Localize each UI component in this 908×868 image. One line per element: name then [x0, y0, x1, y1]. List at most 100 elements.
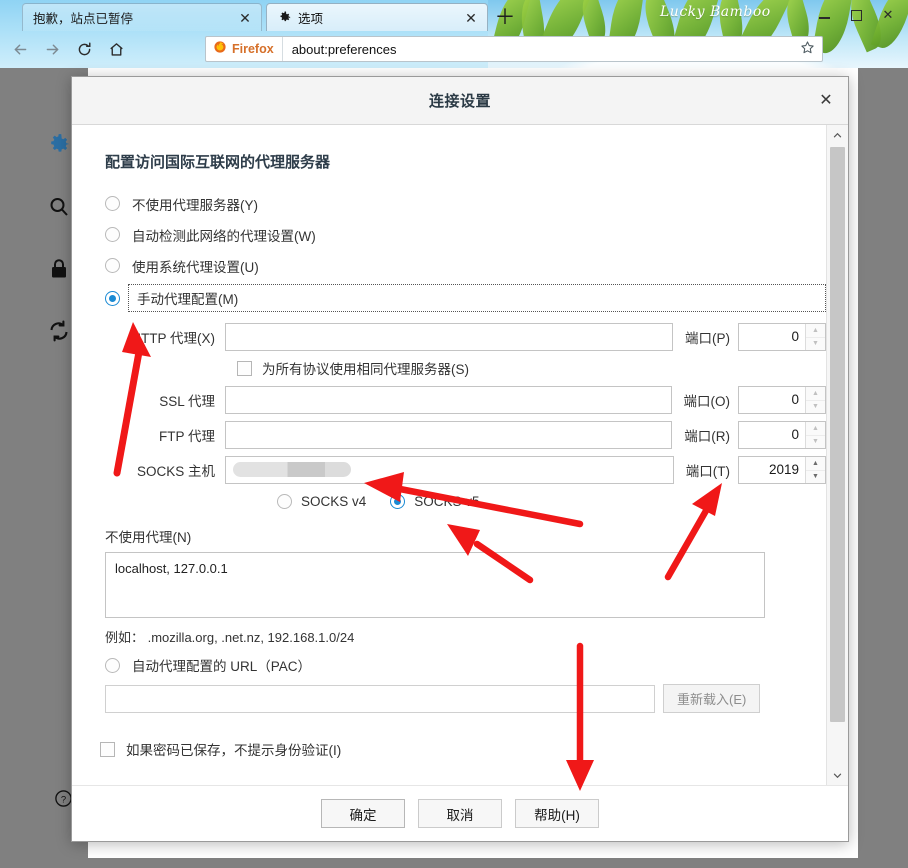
http-port-value[interactable]: 0: [739, 324, 805, 350]
radio-label: SOCKS v4: [301, 493, 367, 509]
new-tab-button[interactable]: ＋: [492, 5, 518, 29]
no-proxy-textarea[interactable]: localhost, 127.0.0.1: [105, 552, 765, 618]
firefox-logo-icon: [213, 40, 227, 59]
dialog-footer: 确定 取消 帮助(H): [72, 785, 848, 841]
spinner-arrows[interactable]: ▲ ▼: [805, 386, 825, 413]
http-proxy-label: HTTP 代理(X): [131, 330, 215, 346]
navigation-toolbar: Firefox about:preferences: [0, 31, 908, 68]
home-button[interactable]: [100, 35, 132, 65]
ssl-port-value[interactable]: 0: [739, 387, 805, 413]
connection-settings-dialog: 连接设置 ✕ 配置访问国际互联网的代理服务器 不使用代理服务器(Y) 自动检测此…: [71, 76, 849, 842]
pac-input-row: 重新载入(E): [105, 684, 826, 713]
ok-button[interactable]: 确定: [321, 799, 405, 828]
library-icon[interactable]: [854, 66, 882, 68]
socks-port-spinner[interactable]: 2019 ▲ ▼: [738, 455, 826, 484]
help-circle-icon: ?: [54, 789, 73, 813]
dialog-scroll-content: 配置访问国际互联网的代理服务器 不使用代理服务器(Y) 自动检测此网络的代理设置…: [72, 125, 826, 785]
socks-version-group: SOCKS v4 SOCKS v5: [277, 486, 826, 516]
http-proxy-input[interactable]: [225, 322, 673, 351]
identity-label: Firefox: [232, 42, 274, 56]
radio-manual-proxy[interactable]: 手动代理配置(M): [105, 281, 826, 315]
gear-icon: [46, 132, 72, 163]
bookmark-star-icon[interactable]: [793, 40, 822, 58]
radio-socks-v5[interactable]: SOCKS v5: [390, 493, 480, 509]
radio-system-proxy[interactable]: 使用系统代理设置(U): [105, 250, 826, 281]
spinner-down-icon[interactable]: ▼: [806, 336, 825, 350]
scroll-down-icon[interactable]: [827, 765, 848, 785]
menu-icon[interactable]: [882, 66, 908, 68]
http-port-spinner[interactable]: 0 ▲ ▼: [738, 322, 826, 351]
no-proxy-label: 不使用代理(N): [105, 530, 192, 545]
radio-label: 自动检测此网络的代理设置(W): [132, 228, 316, 244]
reload-button[interactable]: [68, 35, 100, 65]
section-heading: 配置访问国际互联网的代理服务器: [105, 154, 331, 171]
spinner-up-icon[interactable]: ▲: [806, 386, 825, 400]
spinner-arrows[interactable]: ▲ ▼: [805, 456, 825, 483]
spinner-up-icon[interactable]: ▲: [806, 421, 825, 435]
pac-url-input[interactable]: [105, 684, 655, 713]
socks-port-label: 端口(T): [685, 463, 730, 479]
browser-chrome: 抱歉，站点已暂停 ✕ 选项 ✕ ＋ Lucky Bamboo ✕ Firefox…: [0, 0, 908, 68]
radio-indicator: [390, 493, 406, 509]
field-row-ftp-proxy: FTP 代理 端口(R) 0 ▲ ▼: [105, 418, 826, 451]
tab-label: 抱歉，站点已暂停: [33, 12, 134, 26]
ftp-port-spinner[interactable]: 0 ▲ ▼: [738, 420, 826, 449]
lock-icon: [48, 257, 70, 286]
cancel-button[interactable]: 取消: [418, 799, 502, 828]
radio-indicator: [105, 258, 120, 273]
socks-port-value[interactable]: 2019: [739, 457, 805, 483]
radio-indicator: [105, 290, 120, 306]
redaction-overlay: [233, 462, 351, 477]
close-icon[interactable]: ✕: [237, 10, 253, 26]
tab-options[interactable]: 选项 ✕: [266, 3, 488, 31]
checkbox-share-all-protocols[interactable]: 为所有协议使用相同代理服务器(S): [237, 353, 826, 383]
tab-strip: 抱歉，站点已暂停 ✕ 选项 ✕ ＋ Lucky Bamboo ✕: [0, 0, 908, 31]
ssl-port-label: 端口(O): [683, 393, 731, 409]
socks-host-label: SOCKS 主机: [136, 463, 215, 479]
identity-box[interactable]: Firefox: [206, 37, 283, 61]
pac-reload-button[interactable]: 重新载入(E): [663, 684, 761, 713]
tab-label: 选项: [298, 12, 324, 26]
spinner-up-icon[interactable]: ▲: [806, 323, 825, 337]
spinner-up-icon[interactable]: ▲: [806, 456, 825, 470]
spinner-down-icon[interactable]: ▼: [806, 399, 825, 413]
radio-socks-v4[interactable]: SOCKS v4: [277, 493, 367, 509]
ftp-proxy-input[interactable]: [225, 420, 673, 449]
url-text[interactable]: about:preferences: [283, 42, 397, 57]
close-window-button[interactable]: ✕: [872, 1, 904, 29]
ssl-port-spinner[interactable]: 0 ▲ ▼: [738, 385, 826, 414]
dialog-scrollbar[interactable]: [826, 125, 848, 785]
tab-site-paused[interactable]: 抱歉，站点已暂停 ✕: [22, 3, 262, 31]
scrollbar-thumb[interactable]: [830, 147, 845, 722]
http-port-label: 端口(P): [685, 330, 730, 346]
minimize-button[interactable]: [808, 1, 840, 29]
ftp-port-value[interactable]: 0: [739, 422, 805, 448]
ssl-proxy-input[interactable]: [225, 385, 672, 414]
back-button[interactable]: [4, 35, 36, 65]
radio-label: 自动代理配置的 URL（PAC）: [132, 659, 312, 674]
ssl-proxy-label: SSL 代理: [159, 393, 215, 409]
spinner-down-icon[interactable]: ▼: [806, 469, 825, 483]
sync-icon: [47, 319, 71, 348]
spinner-arrows[interactable]: ▲ ▼: [805, 323, 825, 350]
socks-host-input[interactable]: [225, 455, 674, 484]
forward-button[interactable]: [36, 35, 68, 65]
dialog-title: 连接设置: [428, 93, 491, 110]
field-row-socks-host: SOCKS 主机 端口(T) 2019 ▲ ▼: [105, 453, 826, 486]
checkbox-indicator: [100, 741, 115, 757]
radio-pac-url[interactable]: 自动代理配置的 URL（PAC）: [105, 655, 826, 675]
ftp-port-label: 端口(R): [684, 428, 730, 444]
radio-no-proxy[interactable]: 不使用代理服务器(Y): [105, 188, 826, 219]
help-button[interactable]: 帮助(H): [515, 799, 599, 828]
dialog-close-button[interactable]: ✕: [814, 89, 838, 113]
field-row-http-proxy: HTTP 代理(X) 端口(P) 0 ▲ ▼: [105, 320, 826, 353]
maximize-button[interactable]: [840, 1, 872, 29]
close-icon[interactable]: ✕: [463, 10, 479, 26]
url-bar[interactable]: Firefox about:preferences: [205, 36, 823, 62]
scroll-up-icon[interactable]: [827, 125, 848, 145]
radio-auto-detect-proxy[interactable]: 自动检测此网络的代理设置(W): [105, 219, 826, 250]
rss-icon[interactable]: [826, 66, 854, 68]
spinner-arrows[interactable]: ▲ ▼: [805, 421, 825, 448]
spinner-down-icon[interactable]: ▼: [806, 434, 825, 448]
checkbox-no-auth-prompt[interactable]: 如果密码已保存，不提示身份验证(I): [100, 739, 826, 759]
